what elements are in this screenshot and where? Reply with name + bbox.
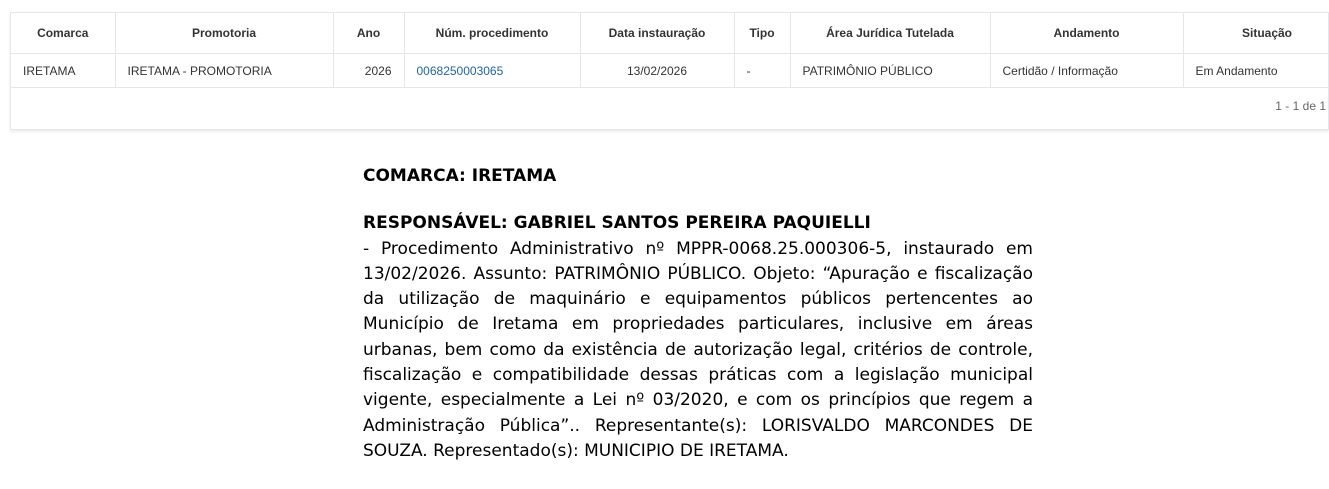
column-header-andamento[interactable]: Andamento: [990, 13, 1184, 54]
cell-promotoria: IRETAMA - PROMOTORIA: [115, 53, 334, 88]
results-table-card: Comarca Promotoria Ano Núm. procedimento…: [10, 12, 1329, 130]
cell-situacao: Em Andamento: [1183, 53, 1329, 88]
cell-comarca: IRETAMA: [11, 53, 116, 88]
cell-area-juridica: PATRIMÔNIO PÚBLICO: [790, 53, 991, 88]
column-header-area-juridica[interactable]: Área Jurídica Tutelada: [790, 13, 991, 54]
cell-tipo: -: [734, 53, 791, 88]
document-body-text: - Procedimento Administrativo nº MPPR-00…: [363, 238, 1033, 461]
pagination-bar: 1 - 1 de 1: [11, 87, 1328, 127]
column-header-data-instauracao[interactable]: Data instauração: [580, 13, 735, 54]
results-table: Comarca Promotoria Ano Núm. procedimento…: [11, 13, 1329, 88]
column-header-ano[interactable]: Ano: [333, 13, 405, 54]
table-header-row: Comarca Promotoria Ano Núm. procedimento…: [11, 13, 1329, 54]
procedure-document: COMARCA: IRETAMA RESPONSÁVEL: GABRIEL SA…: [363, 164, 1033, 464]
column-header-situacao[interactable]: Situação: [1183, 13, 1329, 54]
cell-andamento: Certidão / Informação: [990, 53, 1184, 88]
procedimento-link[interactable]: 0068250003065: [417, 64, 504, 78]
column-header-tipo[interactable]: Tipo: [734, 13, 791, 54]
pagination-info: 1 - 1 de 1: [1275, 99, 1326, 113]
document-comarca-heading: COMARCA: IRETAMA: [363, 166, 557, 186]
column-header-promotoria[interactable]: Promotoria: [115, 13, 334, 54]
document-responsavel-heading: RESPONSÁVEL: GABRIEL SANTOS PEREIRA PAQU…: [363, 213, 871, 234]
column-header-comarca[interactable]: Comarca: [11, 13, 116, 54]
table-row[interactable]: IRETAMA IRETAMA - PROMOTORIA 2026 006825…: [11, 53, 1329, 88]
cell-data-instauracao: 13/02/2026: [580, 53, 735, 88]
column-header-num-procedimento[interactable]: Núm. procedimento: [404, 13, 581, 54]
cell-num-procedimento: 0068250003065: [404, 53, 581, 88]
cell-ano: 2026: [333, 53, 405, 88]
